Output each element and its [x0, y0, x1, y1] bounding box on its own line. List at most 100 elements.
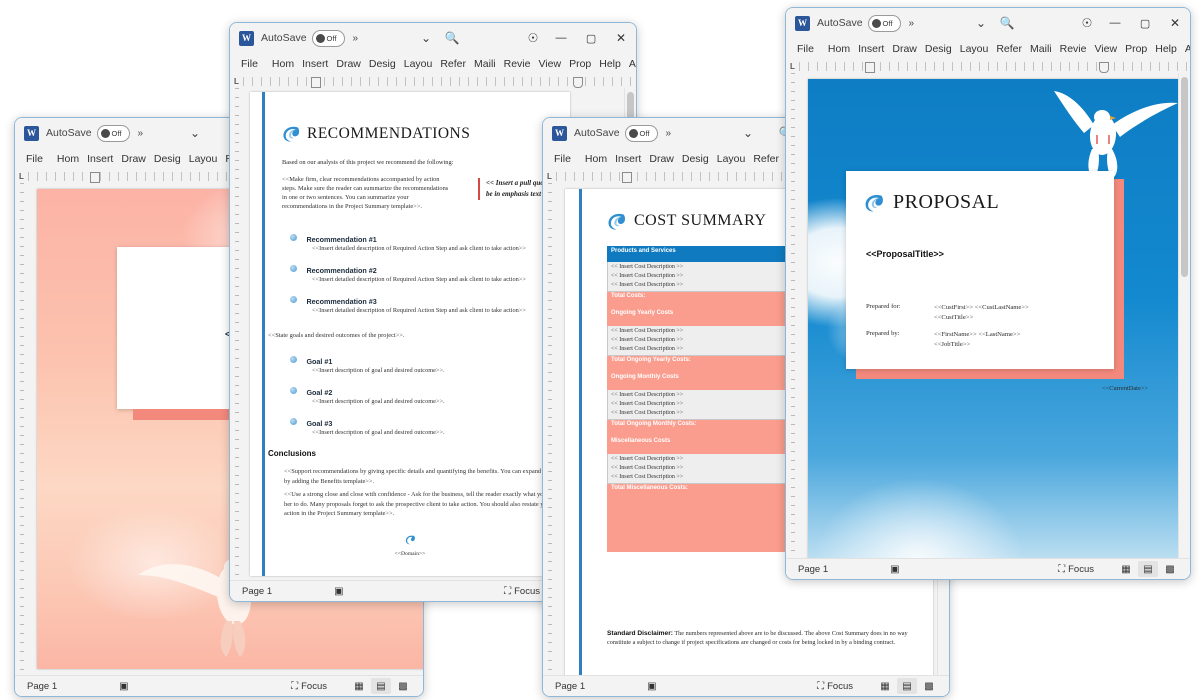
tab-layout[interactable]: Layou — [185, 151, 222, 167]
read-mode-icon[interactable]: ▦ — [1116, 561, 1136, 577]
indent-marker[interactable] — [310, 77, 321, 88]
focus-button[interactable]: ⛶ Focus — [817, 681, 853, 692]
status-bar[interactable]: Page 1 ▣ ⛶ Focus ▦ ▤ ▩ — [543, 675, 949, 696]
document-page[interactable]: PROPOSAL <<ProposalTitle>> Prepared for:… — [808, 79, 1178, 559]
tab-home[interactable]: Hom — [53, 151, 83, 167]
document-page[interactable]: RECOMMENDATIONS Based on our analysis of… — [250, 92, 570, 576]
tab-design[interactable]: Desig — [921, 41, 956, 57]
tab-stop-marker[interactable]: L — [790, 62, 795, 71]
tab-draw[interactable]: Draw — [888, 41, 921, 57]
tab-design[interactable]: Desig — [150, 151, 185, 167]
indent-marker[interactable] — [621, 172, 632, 183]
minimize-button[interactable]: — — [546, 23, 576, 53]
tab-draw[interactable]: Draw — [645, 151, 678, 167]
tab-stop-marker[interactable]: L — [234, 77, 239, 86]
tab-proofing[interactable]: Prop — [1121, 41, 1151, 57]
quick-access-more-icon[interactable]: » — [666, 128, 672, 139]
tab-mailings[interactable]: Maili — [1026, 41, 1056, 57]
tab-view[interactable]: View — [1090, 41, 1121, 57]
tab-review[interactable]: Revie — [500, 56, 535, 72]
quick-access-more-icon[interactable]: » — [353, 33, 359, 44]
read-mode-icon[interactable]: ▦ — [875, 678, 895, 694]
tab-file[interactable]: File — [237, 56, 268, 72]
tab-insert[interactable]: Insert — [298, 56, 332, 72]
chevron-down-icon[interactable]: ⌄ — [182, 126, 208, 140]
tab-draw[interactable]: Draw — [332, 56, 365, 72]
account-icon[interactable]: ☉ — [520, 31, 546, 45]
tab-home[interactable]: Hom — [581, 151, 611, 167]
close-button[interactable]: ✕ — [606, 23, 636, 53]
focus-button[interactable]: ⛶ Focus — [1058, 564, 1094, 575]
horizontal-ruler[interactable]: L — [230, 75, 636, 88]
web-layout-icon[interactable]: ▩ — [1160, 561, 1180, 577]
minimize-button[interactable]: — — [1100, 8, 1130, 38]
tab-help[interactable]: Help — [1151, 41, 1181, 57]
tab-insert[interactable]: Insert — [611, 151, 645, 167]
page-indicator[interactable]: Page 1 — [242, 586, 272, 597]
view-buttons[interactable]: ▦ ▤ ▩ — [349, 678, 413, 694]
ribbon-tabs[interactable]: File Hom Insert Draw Desig Layou Refer M… — [230, 53, 636, 75]
read-mode-icon[interactable]: ▦ — [349, 678, 369, 694]
accessibility-checker-icon[interactable]: ▣ — [890, 564, 899, 575]
tab-design[interactable]: Desig — [678, 151, 713, 167]
close-button[interactable]: ✕ — [1160, 8, 1190, 38]
tab-stop-marker[interactable]: L — [19, 172, 24, 181]
web-layout-icon[interactable]: ▩ — [393, 678, 413, 694]
titlebar[interactable]: W AutoSave Off » ⌄ 🔍 ☉ — ▢ ✕ — [786, 8, 1190, 38]
autosave-toggle[interactable]: Off — [624, 124, 658, 142]
document-canvas[interactable]: PROPOSAL <<ProposalTitle>> Prepared for:… — [786, 73, 1190, 559]
chevron-down-icon[interactable]: ⌄ — [735, 126, 761, 140]
right-indent-marker[interactable] — [1098, 62, 1109, 73]
tab-insert[interactable]: Insert — [83, 151, 117, 167]
chevron-down-icon[interactable]: ⌄ — [413, 31, 439, 45]
tab-stop-marker[interactable]: L — [547, 172, 552, 181]
page-indicator[interactable]: Page 1 — [27, 681, 57, 692]
accessibility-checker-icon[interactable]: ▣ — [647, 681, 656, 692]
tab-design[interactable]: Desig — [365, 56, 400, 72]
status-bar[interactable]: Page 1 ▣ ⛶ Focus ▦ ▤ ▩ — [786, 558, 1190, 579]
focus-button[interactable]: ⛶ Focus — [504, 586, 540, 597]
tab-file[interactable]: File — [793, 41, 824, 57]
web-layout-icon[interactable]: ▩ — [919, 678, 939, 694]
tab-view[interactable]: View — [534, 56, 565, 72]
tab-proofing[interactable]: Prop — [565, 56, 595, 72]
tab-home[interactable]: Hom — [268, 56, 298, 72]
window-buttons[interactable]: — ▢ ✕ — [546, 23, 636, 53]
page-indicator[interactable]: Page 1 — [798, 564, 828, 575]
view-buttons[interactable]: ▦ ▤ ▩ — [1116, 561, 1180, 577]
tab-layout[interactable]: Layou — [400, 56, 437, 72]
tab-mailings[interactable]: Maili — [470, 56, 500, 72]
chevron-down-icon[interactable]: ⌄ — [968, 16, 994, 30]
tab-review[interactable]: Revie — [1056, 41, 1091, 57]
window-buttons[interactable]: — ▢ ✕ — [1100, 8, 1190, 38]
tab-home[interactable]: Hom — [824, 41, 854, 57]
tab-insert[interactable]: Insert — [854, 41, 888, 57]
tab-draw[interactable]: Draw — [117, 151, 150, 167]
view-buttons[interactable]: ▦ ▤ ▩ — [875, 678, 939, 694]
tab-file[interactable]: File — [22, 151, 53, 167]
accessibility-checker-icon[interactable]: ▣ — [119, 681, 128, 692]
page-indicator[interactable]: Page 1 — [555, 681, 585, 692]
search-icon[interactable]: 🔍 — [439, 31, 465, 45]
ruler-track[interactable] — [242, 77, 636, 88]
autosave-toggle[interactable]: Off — [867, 14, 901, 32]
tab-acrobat[interactable]: Acrob — [1181, 41, 1190, 57]
titlebar[interactable]: W AutoSave Off » ⌄ 🔍 ☉ — ▢ ✕ — [230, 23, 636, 53]
tab-layout[interactable]: Layou — [713, 151, 750, 167]
tab-references[interactable]: Refer — [992, 41, 1026, 57]
tab-acrobat[interactable]: Acrob — [625, 56, 636, 72]
maximize-button[interactable]: ▢ — [1130, 8, 1160, 38]
print-layout-icon[interactable]: ▤ — [897, 678, 917, 694]
ruler-track[interactable] — [798, 62, 1190, 73]
tab-layout[interactable]: Layou — [956, 41, 993, 57]
tab-help[interactable]: Help — [595, 56, 625, 72]
print-layout-icon[interactable]: ▤ — [1138, 561, 1158, 577]
autosave-toggle[interactable]: Off — [96, 124, 130, 142]
ribbon-tabs[interactable]: File Hom Insert Draw Desig Layou Refer M… — [786, 38, 1190, 60]
account-icon[interactable]: ☉ — [1074, 16, 1100, 30]
maximize-button[interactable]: ▢ — [576, 23, 606, 53]
accessibility-checker-icon[interactable]: ▣ — [334, 586, 343, 597]
indent-marker[interactable] — [89, 172, 100, 183]
word-window-proposal[interactable]: W AutoSave Off » ⌄ 🔍 ☉ — ▢ ✕ File Hom In… — [785, 7, 1191, 580]
vertical-scrollbar[interactable] — [1178, 73, 1190, 559]
